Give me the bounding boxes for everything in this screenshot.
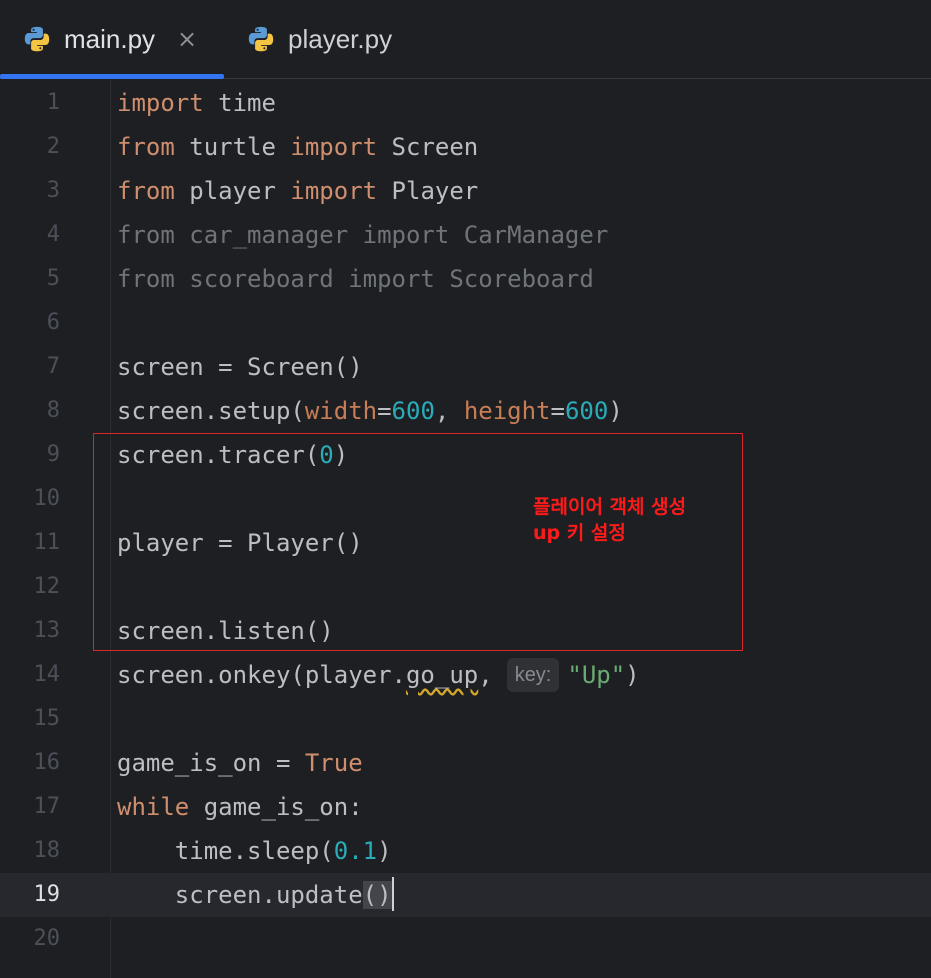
tab-label: player.py (288, 23, 393, 54)
code-text: screen = Screen() (117, 345, 363, 389)
code-text: import time (117, 81, 276, 125)
annotation-text: 플레이어 객체 생성 up 키 설정 (533, 494, 686, 546)
text-cursor (391, 877, 394, 911)
ide-window: main.py × player.py 1 import time 2 from tu… (0, 0, 931, 978)
code-token: screen.setup( (117, 397, 305, 425)
code-line[interactable]: 1 import time (0, 81, 931, 125)
code-token: = (550, 397, 565, 425)
code-line[interactable]: 20 (0, 917, 931, 961)
code-text: time.sleep(0.1) (117, 829, 392, 873)
tab-main-py[interactable]: main.py × (0, 0, 224, 79)
line-number: 5 (46, 266, 60, 291)
code-token: = (377, 397, 392, 425)
code-token: game_is_on: (189, 793, 363, 821)
code-token: height (463, 397, 551, 425)
code-token: time.sleep( (117, 837, 334, 865)
line-number: 17 (33, 794, 61, 819)
line-number: 9 (46, 442, 60, 467)
code-text: from turtle import Screen (117, 125, 478, 169)
code-token: from scoreboard import Scoreboard (117, 265, 594, 293)
code-token: import (117, 89, 204, 117)
code-token: Player (377, 177, 479, 205)
code-token: 0.1 (333, 837, 378, 865)
code-token: , (478, 661, 493, 689)
code-token: import (290, 177, 378, 205)
line-number: 1 (46, 90, 60, 115)
code-token: time (203, 89, 276, 117)
code-text: screen.update() (117, 873, 394, 917)
code-token: game_is_on = (117, 749, 305, 777)
code-line[interactable]: 15 (0, 697, 931, 741)
code-line[interactable]: 5 from scoreboard import Scoreboard (0, 257, 931, 301)
line-number: 3 (46, 178, 60, 203)
editor-tab-bar: main.py × player.py (0, 0, 931, 79)
code-token: from (117, 133, 175, 161)
line-number: 19 (33, 882, 61, 907)
code-line[interactable]: 18 time.sleep(0.1) (0, 829, 931, 873)
code-token: while (117, 793, 190, 821)
line-number: 18 (33, 838, 61, 863)
code-text: from car_manager import CarManager (117, 213, 608, 257)
code-token: player (174, 177, 291, 205)
code-token: True (304, 749, 363, 777)
code-line[interactable]: 14 screen.onkey(player.go_up, key: "Up") (0, 653, 931, 697)
code-token: ) (377, 837, 392, 865)
code-text: from scoreboard import Scoreboard (117, 257, 594, 301)
code-token: ) (608, 397, 623, 425)
code-text: from player import Player (117, 169, 478, 213)
line-number: 12 (33, 574, 61, 599)
line-number: 2 (46, 134, 60, 159)
close-tab-icon[interactable]: × (177, 25, 197, 53)
code-token: import (290, 133, 378, 161)
code-token: ) (625, 661, 640, 689)
code-line[interactable]: 16 game_is_on = True (0, 741, 931, 785)
line-number: 6 (46, 310, 60, 335)
code-token: width (304, 397, 378, 425)
code-token: , (434, 397, 464, 425)
annotation-line-2: up 키 설정 (533, 522, 626, 544)
tab-label: main.py (64, 23, 156, 54)
line-number: 10 (33, 486, 61, 511)
code-line[interactable]: 2 from turtle import Screen (0, 125, 931, 169)
line-number: 16 (33, 750, 61, 775)
code-token: turtle (174, 133, 291, 161)
line-number: 4 (46, 222, 60, 247)
code-token: screen.onkey(player. (117, 661, 406, 689)
code-line[interactable]: 3 from player import Player (0, 169, 931, 213)
line-number: 14 (33, 662, 61, 687)
code-token: screen = Screen() (117, 353, 363, 381)
line-number: 20 (33, 926, 61, 951)
line-number: 15 (33, 706, 61, 731)
matched-parentheses: () (362, 881, 392, 909)
code-token: Screen (377, 133, 479, 161)
tab-player-py[interactable]: player.py (246, 0, 392, 78)
code-text: screen.onkey(player.go_up, key: "Up") (117, 653, 640, 697)
code-text: game_is_on = True (117, 741, 363, 785)
code-line[interactable]: 8 screen.setup(width=600, height=600) (0, 389, 931, 433)
line-number: 13 (33, 618, 61, 643)
code-line[interactable]: 4 from car_manager import CarManager (0, 213, 931, 257)
code-text: while game_is_on: (117, 785, 363, 829)
code-token: 600 (391, 397, 435, 425)
code-line[interactable]: 7 screen = Screen() (0, 345, 931, 389)
code-line[interactable]: 6 (0, 301, 931, 345)
code-line[interactable]: 17 while game_is_on: (0, 785, 931, 829)
python-file-icon (24, 26, 50, 52)
code-line[interactable]: 19 screen.update() (0, 873, 931, 917)
code-text: screen.setup(width=600, height=600) (117, 389, 623, 433)
code-token: from (117, 177, 175, 205)
code-token: screen.update (117, 881, 363, 909)
python-file-icon (248, 26, 274, 52)
warning-token: go_up (405, 661, 479, 689)
line-number: 7 (46, 354, 60, 379)
code-token: 600 (564, 397, 609, 425)
line-number: 11 (33, 530, 61, 555)
code-token: "Up" (567, 661, 626, 689)
parameter-hint: key: (506, 658, 560, 692)
line-number: 8 (46, 398, 60, 423)
annotation-line-1: 플레이어 객체 생성 (533, 496, 687, 518)
code-token: from car_manager import CarManager (117, 221, 609, 249)
